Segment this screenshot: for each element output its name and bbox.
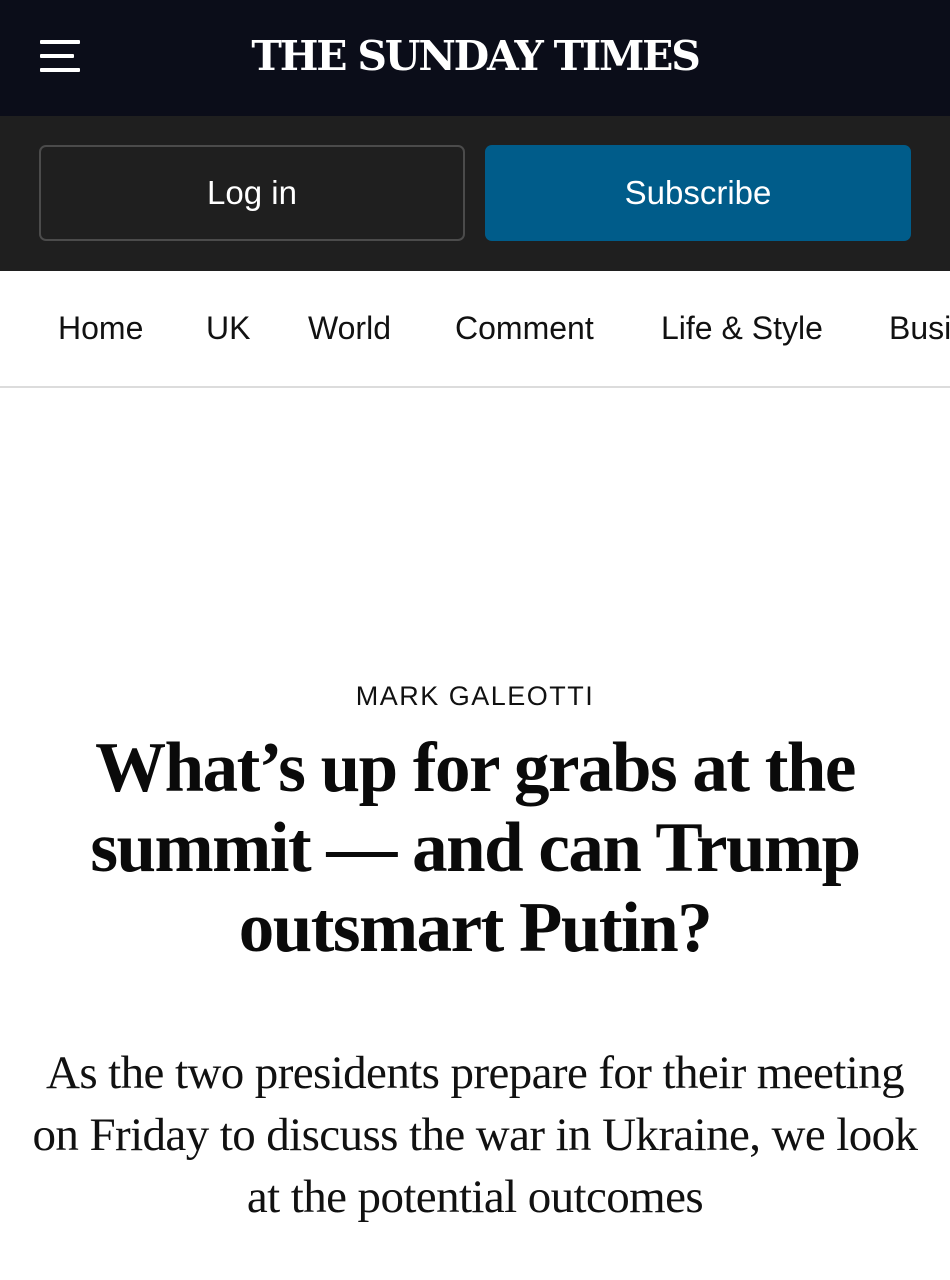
nav-item-business[interactable]: Busi: [889, 271, 950, 386]
subscribe-button[interactable]: Subscribe: [485, 145, 911, 241]
nav-item-life-style[interactable]: Life & Style: [661, 271, 823, 386]
auth-bar: Log in Subscribe: [0, 116, 950, 271]
author-byline[interactable]: MARK GALEOTTI: [0, 676, 950, 716]
nav-item-comment[interactable]: Comment: [455, 271, 594, 386]
top-bar: THE SUNDAY TIMES: [0, 0, 950, 116]
masthead-logo[interactable]: THE SUNDAY TIMES: [0, 28, 950, 84]
article-headline: What’s up for grabs at the summit — and …: [90, 729, 861, 967]
nav-item-home[interactable]: Home: [58, 271, 143, 386]
article-standfirst: As the two presidents prepare for their …: [32, 1047, 919, 1223]
nav-item-uk[interactable]: UK: [206, 271, 250, 386]
nav-item-world[interactable]: World: [308, 271, 391, 386]
login-button[interactable]: Log in: [39, 145, 465, 241]
section-nav: Home UK World Comment Life & Style Busi: [0, 271, 950, 388]
